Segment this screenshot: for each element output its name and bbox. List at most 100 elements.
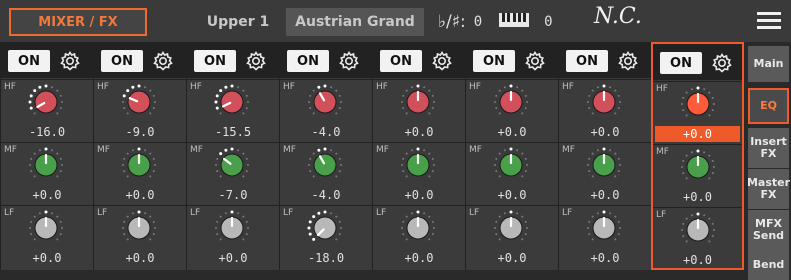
hf-knob-holder[interactable] (586, 84, 622, 120)
hf-knob-holder[interactable] (493, 84, 529, 120)
mixer-strip-5[interactable]: ON HF +0.0 MF +0.0 LF +0.0 (372, 42, 465, 270)
mixer-fx-title-button[interactable]: MIXER / FX (9, 8, 147, 36)
tab-bend[interactable]: Bend (748, 250, 789, 280)
hf-eq-cell[interactable]: HF -4.0 (280, 79, 372, 141)
mf-eq-cell[interactable]: MF +0.0 (94, 142, 186, 204)
hf-knob[interactable] (214, 84, 250, 120)
on-button[interactable]: ON (194, 50, 236, 72)
hf-knob-holder[interactable] (307, 84, 343, 120)
tab-insert-fx[interactable]: Insert FX (748, 128, 789, 168)
mf-knob-holder[interactable] (307, 147, 343, 183)
sound-name[interactable]: Austrian Grand (286, 8, 424, 36)
gear-icon[interactable] (152, 50, 174, 72)
hf-eq-cell[interactable]: HF +0.0 (653, 81, 742, 143)
lf-knob-holder[interactable] (493, 210, 529, 246)
mixer-strip-8[interactable]: ON HF +0.0 MF +0.0 LF +0.0 (651, 42, 744, 270)
mf-eq-cell[interactable]: MF +0.0 (373, 142, 465, 204)
mixer-strip-2[interactable]: ON HF -9.0 MF +0.0 LF +0.0 (93, 42, 186, 270)
hf-knob[interactable] (307, 84, 343, 120)
on-button[interactable]: ON (660, 52, 702, 74)
mf-knob[interactable] (214, 147, 250, 183)
lf-eq-cell[interactable]: LF +0.0 (466, 205, 558, 267)
mixer-strip-6[interactable]: ON HF +0.0 MF +0.0 LF +0.0 (465, 42, 558, 270)
lf-eq-cell[interactable]: LF -18.0 (280, 205, 372, 267)
mf-knob[interactable] (400, 147, 436, 183)
lf-eq-cell[interactable]: LF +0.0 (373, 205, 465, 267)
gear-icon[interactable] (431, 50, 453, 72)
hf-eq-cell[interactable]: HF +0.0 (373, 79, 465, 141)
gear-icon[interactable] (711, 52, 733, 74)
on-button[interactable]: ON (566, 50, 608, 72)
lf-eq-cell[interactable]: LF +0.0 (653, 207, 742, 269)
hf-knob[interactable] (121, 84, 157, 120)
lf-knob-holder[interactable] (121, 210, 157, 246)
hf-eq-cell[interactable]: HF +0.0 (466, 79, 558, 141)
mf-knob-holder[interactable] (400, 147, 436, 183)
mf-eq-cell[interactable]: MF +0.0 (559, 142, 651, 204)
lf-knob[interactable] (121, 210, 157, 246)
lf-eq-cell[interactable]: LF +0.0 (559, 205, 651, 267)
mf-knob[interactable] (586, 147, 622, 183)
mf-knob-holder[interactable] (214, 147, 250, 183)
gear-icon[interactable] (338, 50, 360, 72)
lf-knob-holder[interactable] (214, 210, 250, 246)
mf-eq-cell[interactable]: MF +0.0 (1, 142, 93, 204)
lf-knob[interactable] (586, 210, 622, 246)
mf-knob-holder[interactable] (28, 147, 64, 183)
hf-knob-holder[interactable] (680, 86, 716, 122)
mf-knob-holder[interactable] (493, 147, 529, 183)
lf-eq-cell[interactable]: LF +0.0 (94, 205, 186, 267)
mf-eq-cell[interactable]: MF -4.0 (280, 142, 372, 204)
mixer-strip-1[interactable]: ON HF -16.0 MF +0.0 LF +0.0 (0, 42, 93, 270)
hf-knob-holder[interactable] (28, 84, 64, 120)
lf-knob-holder[interactable] (680, 212, 716, 248)
lf-eq-cell[interactable]: LF +0.0 (187, 205, 279, 267)
mf-knob[interactable] (28, 147, 64, 183)
tab-eq[interactable]: EQ (748, 88, 789, 124)
hf-eq-cell[interactable]: HF +0.0 (559, 79, 651, 141)
lf-knob[interactable] (493, 210, 529, 246)
on-button[interactable]: ON (287, 50, 329, 72)
lf-knob-holder[interactable] (586, 210, 622, 246)
mf-knob[interactable] (493, 147, 529, 183)
gear-icon[interactable] (59, 50, 81, 72)
tab-master-fx[interactable]: Master FX (747, 169, 790, 209)
tab-main[interactable]: Main (748, 46, 789, 82)
lf-knob-holder[interactable] (400, 210, 436, 246)
lf-knob[interactable] (214, 210, 250, 246)
on-button[interactable]: ON (380, 50, 422, 72)
lf-knob[interactable] (307, 210, 343, 246)
lf-knob[interactable] (680, 212, 716, 248)
mf-eq-cell[interactable]: MF +0.0 (466, 142, 558, 204)
hf-eq-cell[interactable]: HF -9.0 (94, 79, 186, 141)
hf-eq-cell[interactable]: HF -16.0 (1, 79, 93, 141)
tab-mfx-send[interactable]: MFX Send (748, 210, 789, 250)
on-button[interactable]: ON (8, 50, 50, 72)
gear-icon[interactable] (524, 50, 546, 72)
hf-knob[interactable] (493, 84, 529, 120)
mf-knob[interactable] (121, 147, 157, 183)
lf-knob-holder[interactable] (307, 210, 343, 246)
mixer-strip-4[interactable]: ON HF -4.0 MF -4.0 LF -18.0 (279, 42, 372, 270)
mf-knob[interactable] (680, 149, 716, 185)
gear-icon[interactable] (617, 50, 639, 72)
lf-eq-cell[interactable]: LF +0.0 (1, 205, 93, 267)
hf-knob[interactable] (680, 86, 716, 122)
lf-knob-holder[interactable] (28, 210, 64, 246)
gear-icon[interactable] (245, 50, 267, 72)
lf-knob[interactable] (400, 210, 436, 246)
hf-knob[interactable] (400, 84, 436, 120)
hf-knob-holder[interactable] (214, 84, 250, 120)
on-button[interactable]: ON (473, 50, 515, 72)
mixer-strip-7[interactable]: ON HF +0.0 MF +0.0 LF +0.0 (558, 42, 651, 270)
part-name[interactable]: Upper 1 (192, 8, 284, 36)
hamburger-menu-icon[interactable] (757, 12, 781, 32)
mf-eq-cell[interactable]: MF +0.0 (653, 144, 742, 206)
hf-knob[interactable] (28, 84, 64, 120)
lf-knob[interactable] (28, 210, 64, 246)
mixer-strip-3[interactable]: ON HF -15.5 MF -7.0 LF +0.0 (186, 42, 279, 270)
mf-knob-holder[interactable] (121, 147, 157, 183)
mf-knob-holder[interactable] (680, 149, 716, 185)
mf-knob[interactable] (307, 147, 343, 183)
mf-eq-cell[interactable]: MF -7.0 (187, 142, 279, 204)
